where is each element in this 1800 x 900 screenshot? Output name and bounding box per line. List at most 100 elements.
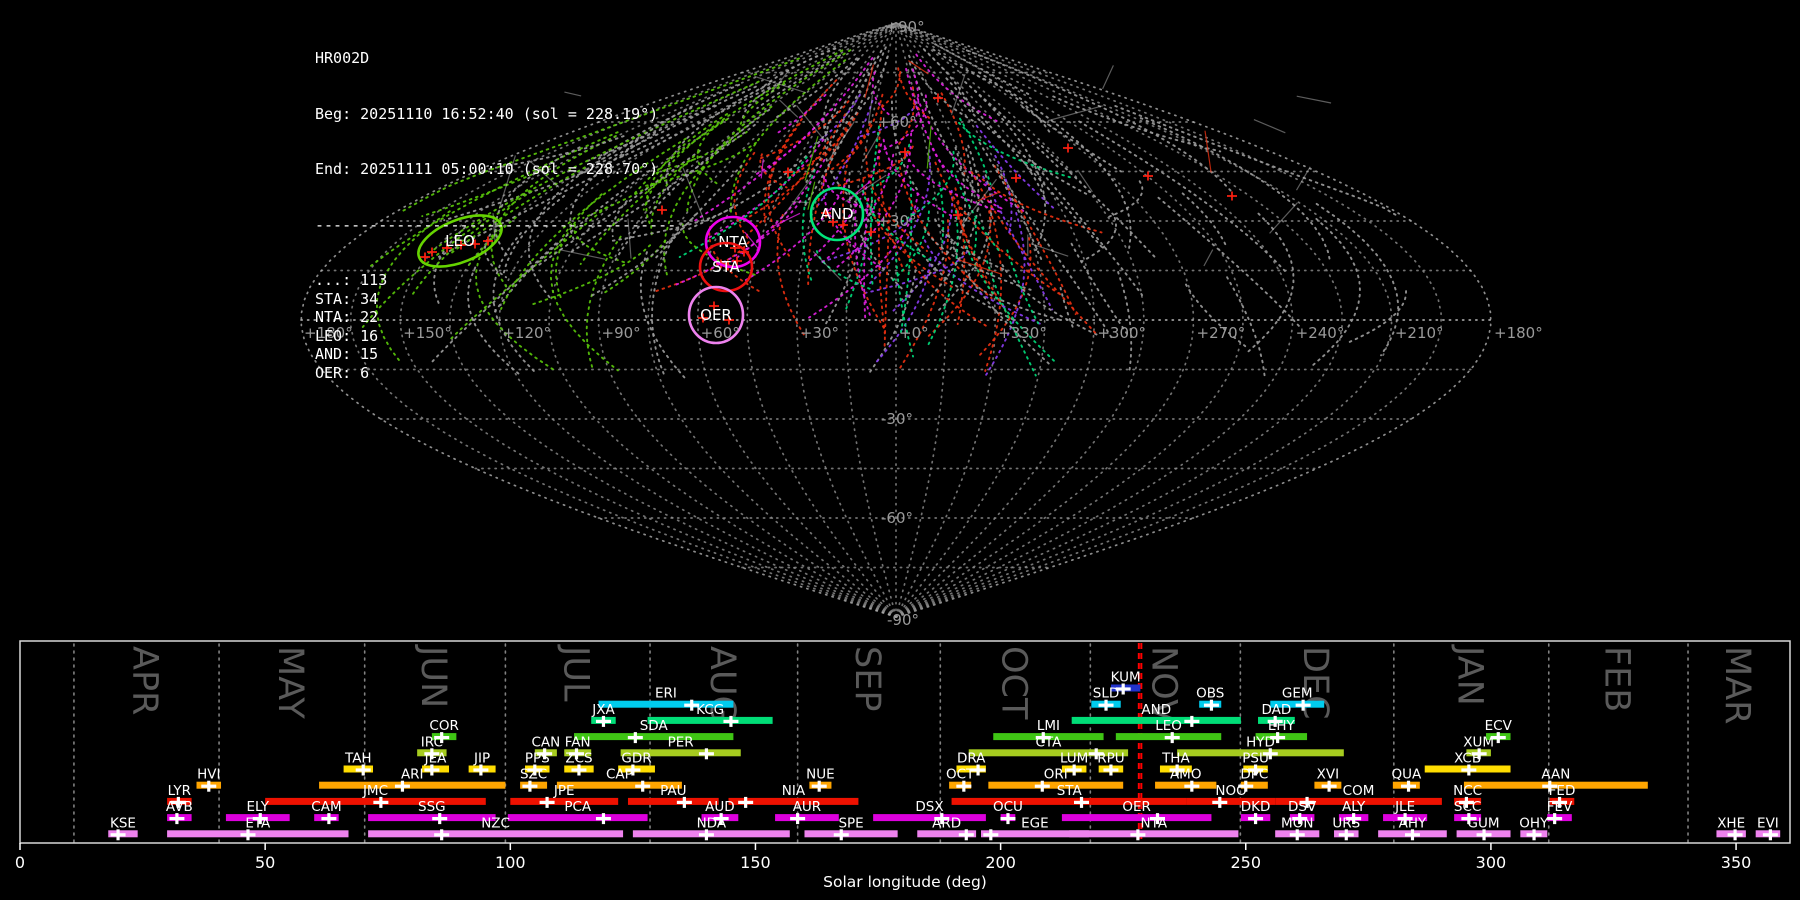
meteor-trail <box>1310 217 1362 368</box>
axis-tick-label: 200 <box>985 853 1016 872</box>
shower-bar <box>1061 814 1212 822</box>
meteor-trail <box>767 122 801 260</box>
shower-label: LEO <box>1155 718 1182 734</box>
shower-label: XCB <box>1454 751 1481 767</box>
observation-header: HR002D Beg: 20251110 16:52:40 (sol = 228… <box>315 12 676 419</box>
shower-label: ZCS <box>565 751 592 767</box>
meteor-streak <box>1296 95 1332 104</box>
shower-label: AAN <box>1541 767 1570 783</box>
shower-label: KUM <box>1111 670 1141 686</box>
meteor-trail <box>755 117 824 176</box>
meteor-trail <box>934 218 1008 272</box>
shower-label: JEA <box>424 751 448 767</box>
shower-label: KCG <box>696 702 724 718</box>
meteor-trail <box>1117 271 1133 373</box>
shower-label: COR <box>429 718 458 734</box>
axis-tick-label: 150 <box>740 853 771 872</box>
shower-label: TAH <box>344 751 372 767</box>
meteor-trail <box>934 161 1060 295</box>
shower-label: LUM <box>1060 751 1088 767</box>
meteor-streak <box>977 191 1000 202</box>
shower-label: AVB <box>166 799 193 815</box>
shower-bar <box>804 830 898 838</box>
month-label: FEB <box>1596 646 1636 712</box>
shower-label: DPC <box>1240 767 1268 783</box>
lon-label: +210° <box>1395 324 1444 342</box>
month-label: APR <box>124 646 164 715</box>
lon-label: +60° <box>701 324 740 342</box>
meteor-trail <box>1078 120 1287 273</box>
pole-top-label: +90° <box>885 18 924 36</box>
shower-label: SSG <box>418 799 446 815</box>
shower-label: ECV <box>1485 718 1513 734</box>
shower-label: GUM <box>1468 815 1500 831</box>
header-separator: ---------------------------------------- <box>315 215 677 234</box>
shower-label: GEM <box>1282 686 1313 702</box>
shower-label: JXA <box>591 702 615 718</box>
shower-bar <box>951 797 1187 805</box>
meteor-streak <box>1253 118 1286 134</box>
meteor-trail <box>1114 105 1401 219</box>
shower-label: GDR <box>621 751 651 767</box>
shower-bar <box>775 814 839 822</box>
shower-label: CTA <box>1035 734 1062 750</box>
lon-label: +330° <box>998 324 1047 342</box>
shower-count-line: STA: 34 <box>315 289 379 308</box>
shower-label: URS <box>1332 815 1360 831</box>
shower-count-line: OER: 6 <box>315 363 370 382</box>
shower-label: OBS <box>1196 686 1224 702</box>
month-label: MAY <box>270 646 310 719</box>
shower-label: AUR <box>793 799 822 815</box>
shower-label: JIP <box>473 751 490 767</box>
radiant-plot-screenshot: LEO NTA STA OER AND +90° -90° +60° +30° -30° -60° +… <box>0 0 1800 900</box>
shower-bar <box>1069 830 1239 838</box>
shower-label: CAP <box>606 767 633 783</box>
meteor-streak <box>1102 65 1114 90</box>
meteor-streak <box>926 125 932 169</box>
shower-label: PER <box>668 734 694 750</box>
month-label: JUL <box>556 644 596 702</box>
lon-label: +270° <box>1197 324 1246 342</box>
shower-label: JPE <box>553 783 575 799</box>
end-time-line: End: 20251111 05:00:10 (sol = 228.70°) <box>315 160 659 178</box>
shower-label: MON <box>1281 815 1313 831</box>
shower-label: ERI <box>655 686 677 702</box>
shower-label: AHY <box>1399 815 1427 831</box>
meteor-trail <box>1247 212 1295 353</box>
shower-label: PSU <box>1242 751 1269 767</box>
lon-label: +0° <box>899 324 929 342</box>
month-label: OCT <box>993 646 1033 720</box>
shower-label: AND <box>1141 702 1171 718</box>
month-label: JUN <box>413 644 453 708</box>
shower-label: FAN <box>565 734 591 750</box>
shower-bar <box>574 733 734 741</box>
shower-label: OHY <box>1519 815 1549 831</box>
shower-label: FEV <box>1547 799 1573 815</box>
axis-tick-label: 300 <box>1476 853 1507 872</box>
shower-counts: ...: 113 STA: 34 NTA: 22 LEO: 16 AND: 15 OER:… <box>315 271 676 382</box>
shower-label: EHY <box>1268 718 1296 734</box>
shower-label: NDA <box>697 815 727 831</box>
lat-label: +30° <box>877 212 916 230</box>
shower-label: DSV <box>1288 799 1317 815</box>
shower-label: EGE <box>1021 815 1049 831</box>
shower-label: ORI <box>1044 767 1068 783</box>
station-id: HR002D <box>315 49 370 67</box>
shower-label: STA <box>1057 783 1083 799</box>
shower-label: RPU <box>1097 751 1124 767</box>
meteor-streak <box>1203 249 1214 267</box>
shower-count-line: NTA: 22 <box>315 308 379 326</box>
month-label: SEP <box>847 646 887 711</box>
shower-label: NCC <box>1453 783 1482 799</box>
shower-label: HYD <box>1246 734 1275 750</box>
meteor-trail <box>882 138 960 221</box>
radiant-label: STA <box>712 258 741 276</box>
shower-label: XUM <box>1463 734 1494 750</box>
activity-timeline: APR MAY JUN JUL AUG SEP OCT NOV DEC JAN FEB MARKUME… <box>15 640 1791 891</box>
shower-label: NUE <box>806 767 835 783</box>
meteor-trail <box>996 167 1114 341</box>
meteor-streak <box>1295 166 1311 191</box>
radiant-cross-marker <box>900 147 910 157</box>
shower-label: NZC <box>481 815 510 831</box>
shower-label: NTA <box>1141 815 1168 831</box>
